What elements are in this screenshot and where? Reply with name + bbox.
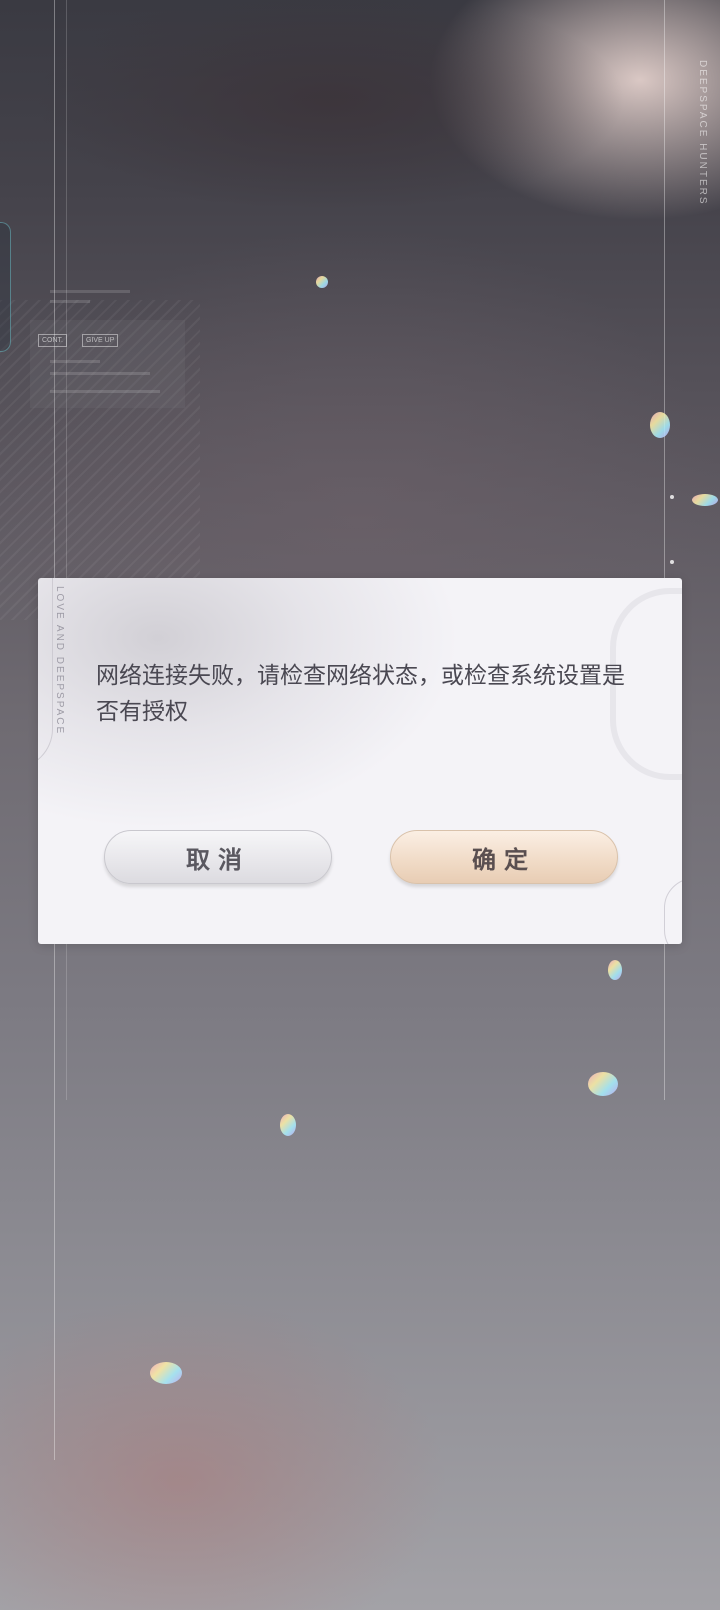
sparkle-icon [692,494,718,506]
dialog-side-text: LOVE AND DEEPSPACE [54,586,65,736]
brand-watermark: DEEPSPACE HUNTERS [697,60,708,206]
sparkle-icon [316,276,328,288]
dialog-decor-arc [38,578,53,769]
hud-text-line [50,300,90,303]
sparkle-icon [150,1362,182,1384]
side-tab-handle [0,222,11,352]
confirm-button[interactable]: 确定 [390,830,618,884]
hud-text-line [50,290,130,293]
indicator-dot [670,560,674,564]
cancel-button-label: 取消 [186,844,250,874]
sparkle-icon [280,1114,296,1136]
hud-text-line [50,390,160,393]
game-screen: DEEPSPACE HUNTERS CONT. GIVE UP LOVE AND… [0,0,720,1610]
dialog-message: 网络连接失败，请检查网络状态，或检查系统设置是否有授权 [96,663,625,725]
indicator-dot [670,495,674,499]
dialog-decor-ring-small [664,878,682,944]
hud-text-line [50,360,100,363]
sparkle-icon [608,960,622,980]
network-error-dialog: LOVE AND DEEPSPACE 网络连接失败，请检查网络状态，或检查系统设… [38,578,682,944]
hud-text-line [50,372,150,375]
hud-give-up-label: GIVE UP [82,334,119,347]
confirm-button-label: 确定 [472,844,536,874]
cancel-button[interactable]: 取消 [104,830,332,884]
sparkle-icon [588,1072,618,1096]
sparkle-icon [650,412,670,438]
hud-continue-label: CONT. [38,334,67,347]
